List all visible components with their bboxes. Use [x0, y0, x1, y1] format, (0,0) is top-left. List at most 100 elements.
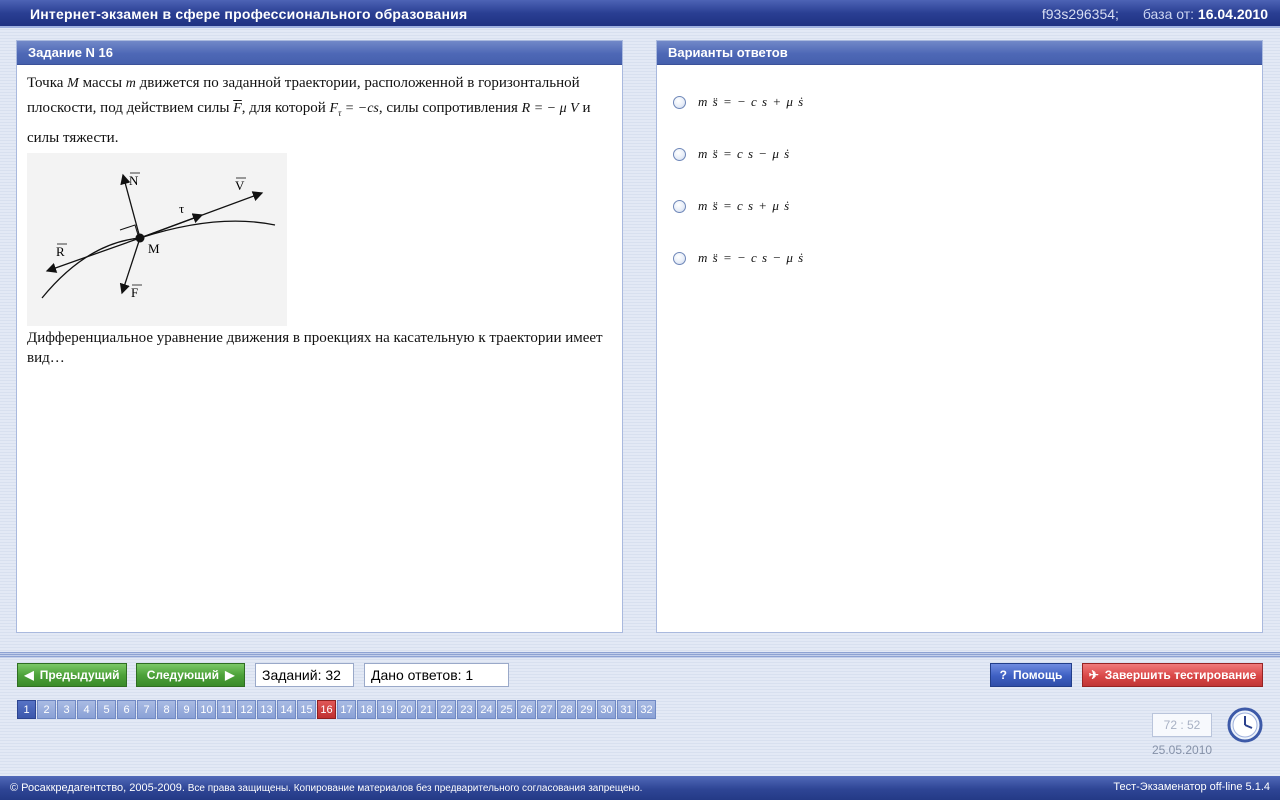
title-bar: Интернет-экзамен в сфере профессионально… [0, 0, 1280, 28]
answer-text: m s̈ = − c s + μ ṡ [698, 94, 805, 109]
copyright-main: © Росаккредагентство, 2005-2009. [10, 782, 185, 794]
next-label: Следующий [146, 668, 220, 682]
answer-text: m s̈ = − c s − μ ṡ [698, 250, 805, 265]
page-button[interactable]: 20 [397, 700, 416, 719]
page-button[interactable]: 5 [97, 700, 116, 719]
answer-text: m s̈ = c s + μ ṡ [698, 198, 791, 213]
help-label: Помощь [1012, 668, 1063, 682]
tasks-count: Заданий: 32 [255, 663, 354, 687]
db-label: база от: [1142, 6, 1195, 22]
timer-display: 72 : 52 [1152, 713, 1212, 737]
page-button[interactable]: 18 [357, 700, 376, 719]
page-button[interactable]: 27 [537, 700, 556, 719]
label-m: M [148, 241, 160, 256]
page-button[interactable]: 2 [37, 700, 56, 719]
page-button[interactable]: 7 [137, 700, 156, 719]
answer-radio[interactable] [673, 251, 686, 265]
label-r: R [56, 244, 65, 259]
page-button[interactable]: 6 [117, 700, 136, 719]
next-button[interactable]: Следующий ▶ [136, 663, 245, 687]
page-button[interactable]: 9 [177, 700, 196, 719]
task-panel: Задание N 16 Точка M массы m движется по… [16, 40, 623, 633]
math-point-symbol: M [67, 76, 79, 91]
page-button[interactable]: 3 [57, 700, 76, 719]
page-button[interactable]: 10 [197, 700, 216, 719]
question-icon: ? [999, 668, 1007, 682]
page-button[interactable]: 21 [417, 700, 436, 719]
label-v: V [235, 178, 245, 193]
answers-header: Варианты ответов [657, 41, 1262, 65]
session-code: f93s296354; [1041, 6, 1119, 22]
app-title: Интернет-экзамен в сфере профессионально… [30, 6, 468, 22]
page-button[interactable]: 32 [637, 700, 656, 719]
arrow-left-icon: ◀ [24, 668, 34, 682]
task-header: Задание N 16 [17, 41, 622, 65]
task-text-part: , силы сопротивления [378, 100, 518, 116]
copyright: © Росаккредагентство, 2005-2009. Все пра… [10, 782, 642, 794]
task-text-part: Точка [27, 75, 64, 91]
page-button[interactable]: 4 [77, 700, 96, 719]
finish-label: Завершить тестирование [1104, 668, 1257, 682]
page-button[interactable]: 28 [557, 700, 576, 719]
answer-option-4[interactable]: m s̈ = − c s − μ ṡ [673, 248, 804, 268]
question-line: Дифференциальное уравнение движения в пр… [27, 329, 603, 346]
answers-panel: Варианты ответов m s̈ = − c s + μ ṡ m s̈… [656, 40, 1263, 633]
page-button[interactable]: 23 [457, 700, 476, 719]
trajectory-curve [41, 220, 276, 299]
clock-icon [1226, 706, 1264, 749]
current-date: 25.05.2010 [1152, 743, 1213, 757]
task-text-part: массы [82, 75, 123, 91]
task-figure: N V τ R M F [27, 152, 287, 326]
page-button[interactable]: 29 [577, 700, 596, 719]
tangent-vector [139, 213, 204, 239]
page-button[interactable]: 16 [317, 700, 336, 719]
page-button[interactable]: 12 [237, 700, 256, 719]
math-force-symbol: F [233, 101, 242, 116]
answer-radio[interactable] [673, 95, 686, 109]
page-button[interactable]: 11 [217, 700, 236, 719]
page-button[interactable]: 17 [337, 700, 356, 719]
answer-option-2[interactable]: m s̈ = c s − μ ṡ [673, 144, 790, 164]
page-button[interactable]: 26 [517, 700, 536, 719]
copyright-rest: Все права защищены. Копирование материал… [187, 783, 643, 794]
prev-button[interactable]: ◀ Предыдущий [17, 663, 127, 687]
page-button[interactable]: 25 [497, 700, 516, 719]
page-button[interactable]: 14 [277, 700, 296, 719]
label-f: F [131, 285, 138, 300]
page-button[interactable]: 24 [477, 700, 496, 719]
task-text-part: , для которой [241, 100, 326, 116]
help-button[interactable]: ? Помощь [990, 663, 1072, 687]
task-text: Точка M массы m движется по заданной тра… [17, 65, 622, 151]
page-button[interactable]: 8 [157, 700, 176, 719]
footer-bar: © Росаккредагентство, 2005-2009. Все пра… [0, 776, 1280, 800]
page-button[interactable]: 13 [257, 700, 276, 719]
page-button[interactable]: 30 [597, 700, 616, 719]
app-version: Тест-Экзаменатор off-line 5.1.4 [1113, 781, 1270, 793]
math-resistance-expr: R = − μ V [521, 101, 579, 116]
page-button[interactable]: 31 [617, 700, 636, 719]
page-button[interactable]: 1 [17, 700, 36, 719]
question-pager: 1 2 3 4 5 6 7 8 9 10 11 12 13 14 15 16 17 18 19 20 21 22 23 24 2… [17, 700, 657, 719]
page-button[interactable]: 22 [437, 700, 456, 719]
answer-radio[interactable] [673, 199, 686, 213]
separator-bar [0, 652, 1280, 658]
page-button[interactable]: 15 [297, 700, 316, 719]
session-info: f93s296354; база от: 16.04.2010 [1042, 6, 1268, 22]
answer-radio[interactable] [673, 147, 686, 161]
answer-option-1[interactable]: m s̈ = − c s + μ ṡ [673, 92, 804, 112]
page-button[interactable]: 19 [377, 700, 396, 719]
runner-icon: ✈ [1088, 668, 1099, 682]
task-question: Дифференциальное уравнение движения в пр… [17, 326, 622, 368]
label-n: N [129, 173, 139, 188]
prev-label: Предыдущий [39, 668, 120, 682]
label-tau: τ [179, 201, 184, 216]
right-angle-mark [119, 224, 139, 235]
point-m [135, 233, 145, 243]
answers-given: Дано ответов: 1 [364, 663, 509, 687]
answer-option-3[interactable]: m s̈ = c s + μ ṡ [673, 196, 790, 216]
db-date: 16.04.2010 [1197, 6, 1268, 22]
finish-button[interactable]: ✈ Завершить тестирование [1082, 663, 1263, 687]
question-line: вид… [27, 349, 65, 366]
answer-text: m s̈ = c s − μ ṡ [698, 146, 791, 161]
math-mass-symbol: m [125, 76, 136, 91]
